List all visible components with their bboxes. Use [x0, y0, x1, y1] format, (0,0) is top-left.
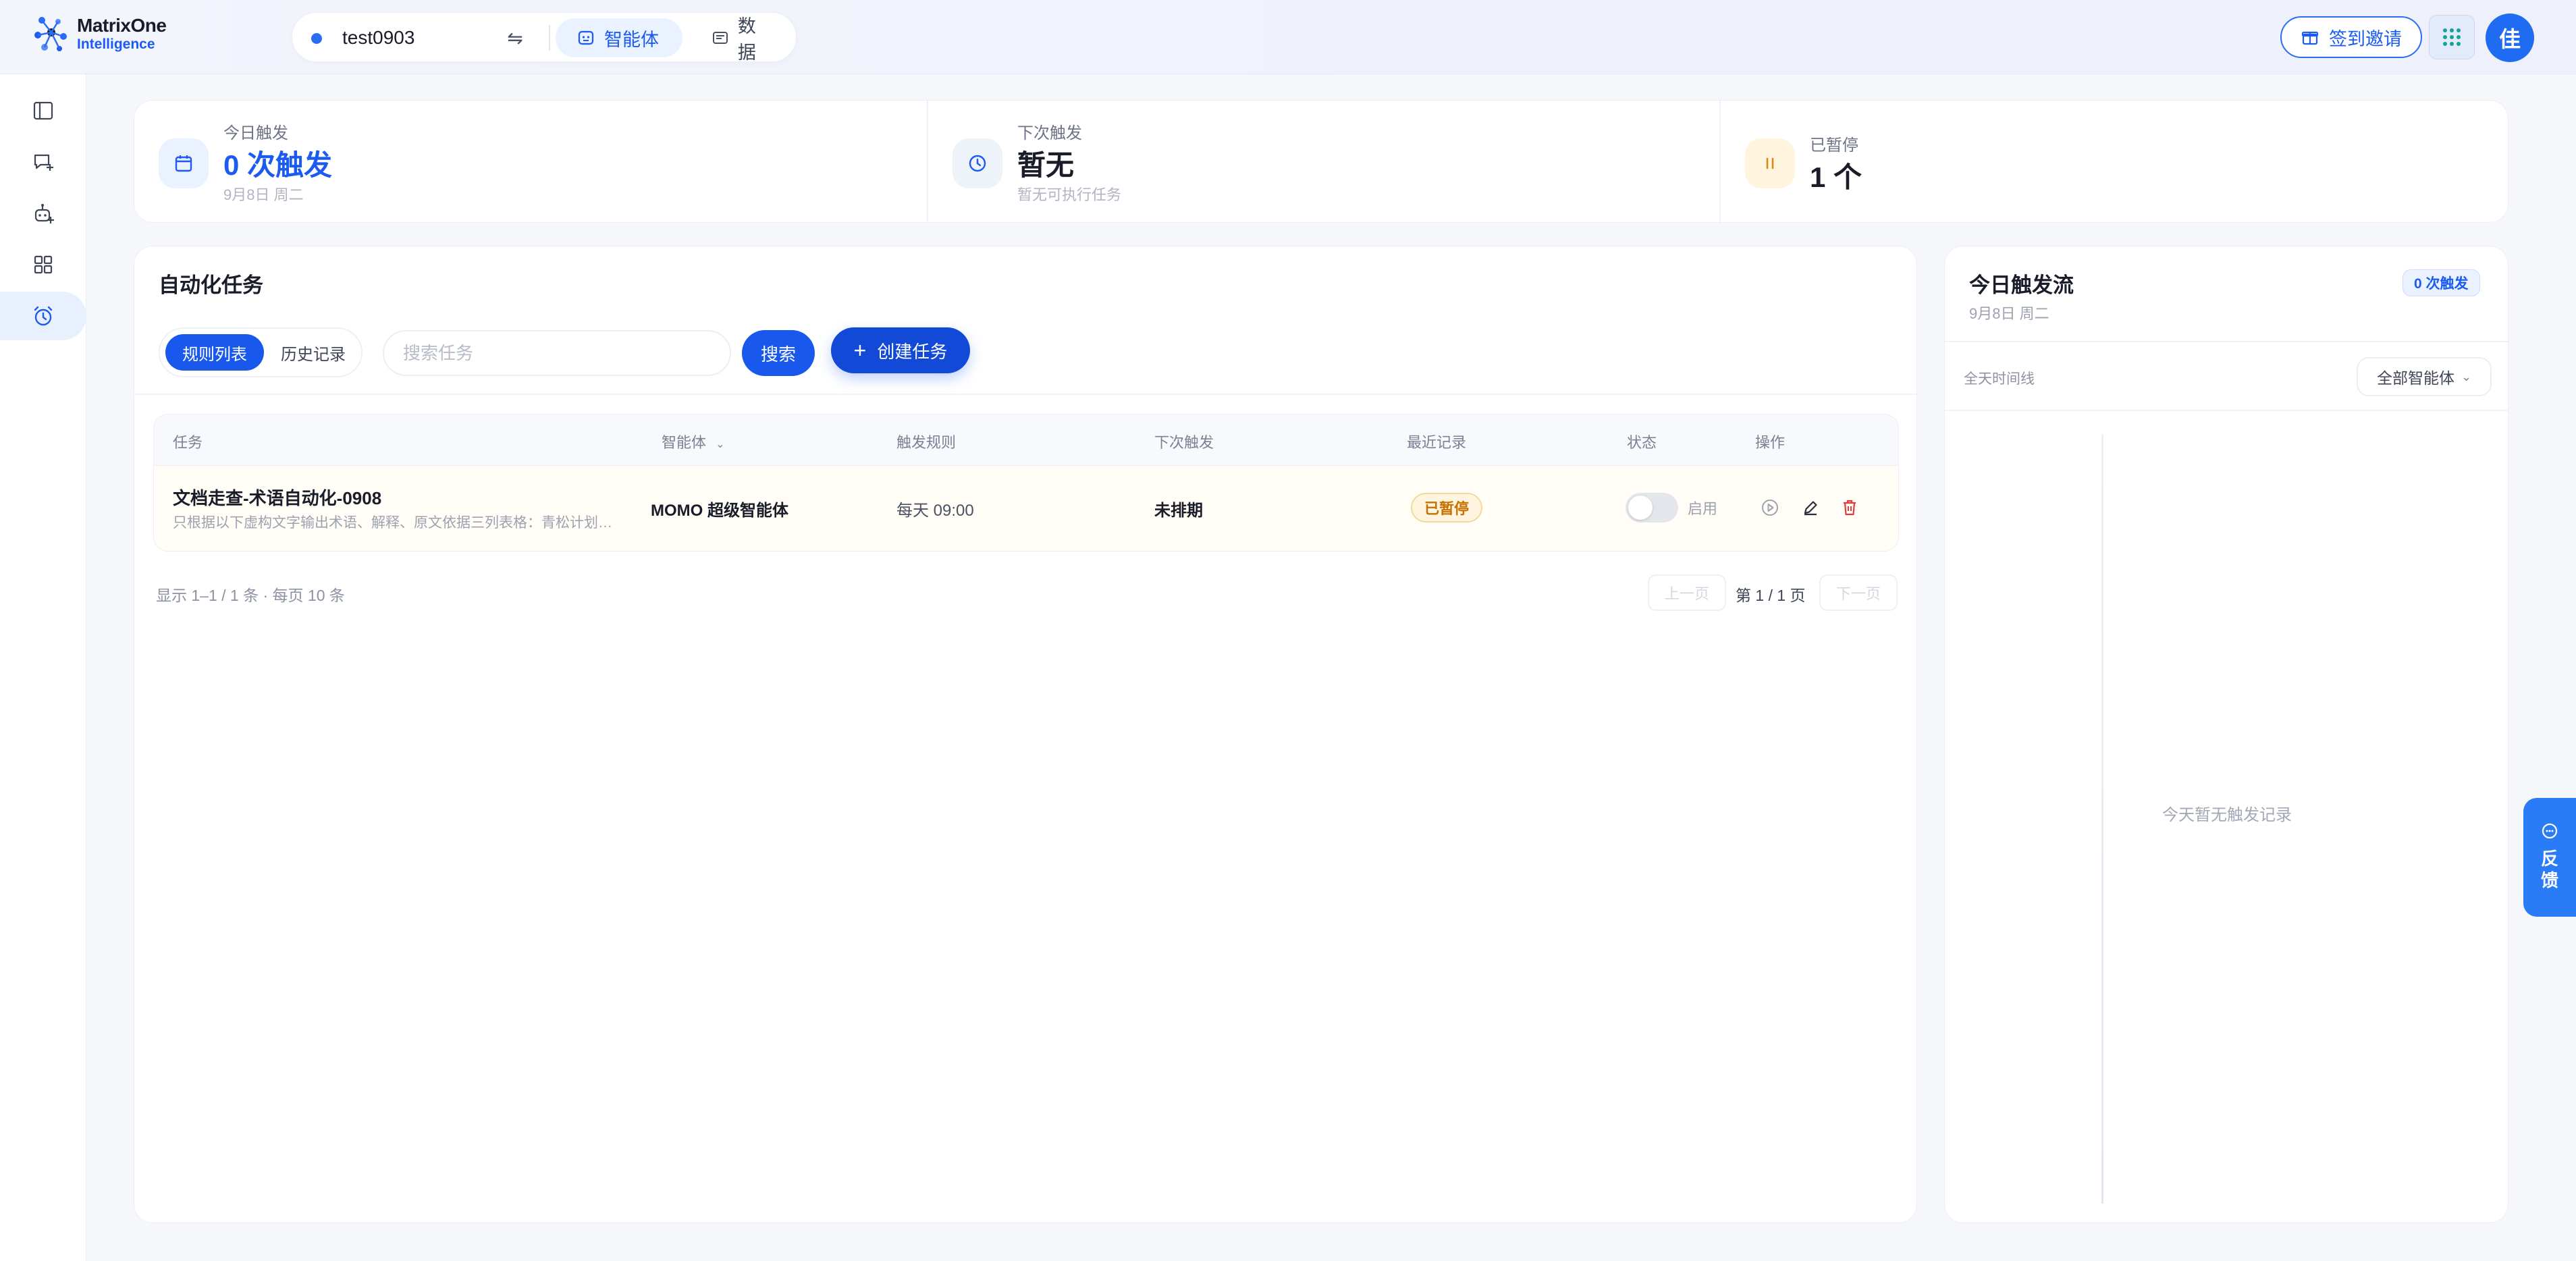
chat-bubble-icon — [2542, 823, 2558, 839]
create-task-button[interactable]: + 创建任务 — [831, 327, 970, 373]
tab-agents-label: 智能体 — [604, 29, 659, 50]
tab-rules-list[interactable]: 规则列表 — [165, 334, 264, 371]
logo[interactable]: MatrixOne Intelligence — [32, 15, 167, 53]
status-badge: 已暂停 — [1411, 493, 1483, 522]
apps-icon[interactable] — [0, 240, 86, 289]
task-table: 任务 智能体 ⌄ 触发规则 下次触发 最近记录 状态 操作 文档走查-术语自动化… — [153, 414, 1899, 552]
stat-label: 下次触发 — [1017, 124, 1082, 142]
task-trigger-rule: 每天 09:00 — [896, 502, 974, 520]
flow-date: 9月8日 周二 — [1969, 305, 2049, 322]
task-agent: MOMO 超级智能体 — [651, 502, 788, 520]
agent-icon — [576, 28, 596, 48]
tab-data[interactable]: 数据 — [691, 16, 792, 63]
stat-value: 0 次触发 — [223, 149, 333, 181]
divider — [1945, 341, 2508, 342]
prev-page-button[interactable]: 上一页 — [1648, 574, 1726, 611]
current-page: 第 1 / 1 页 — [1736, 587, 1806, 604]
automation-alarm-icon[interactable] — [0, 292, 86, 340]
task-next-trigger: 未排期 — [1154, 502, 1203, 520]
table-header: 任务 智能体 ⌄ 触发规则 下次触发 最近记录 状态 操作 — [154, 414, 1898, 466]
column-header: 触发规则 — [896, 434, 957, 451]
stat-next-trigger: 下次触发 暂无 暂无可执行任务 — [928, 101, 1719, 223]
column-header: 下次触发 — [1154, 434, 1214, 451]
trigger-flow-panel: 今日触发流 9月8日 周二 0 次触发 全天时间线 全部智能体 ⌄ 今天暂无触发… — [1944, 246, 2508, 1223]
apps-grid-button[interactable] — [2429, 15, 2475, 59]
workspace-status-dot — [311, 33, 322, 44]
stat-value: 1 个 — [1810, 161, 1862, 193]
invite-button[interactable]: 签到邀请 — [2280, 16, 2422, 58]
avatar[interactable]: 佳 — [2486, 14, 2534, 62]
pause-icon — [1745, 138, 1795, 188]
create-task-label: 创建任务 — [877, 341, 948, 362]
top-bar: MatrixOne Intelligence test0903 ⇋ 智能体 数据… — [0, 0, 2576, 74]
workspace-switcher: test0903 ⇋ 智能体 数据 — [292, 12, 797, 63]
tab-agents[interactable]: 智能体 — [556, 18, 682, 57]
gift-icon — [2301, 28, 2319, 47]
run-icon[interactable] — [1758, 495, 1782, 520]
stat-value: 暂无 — [1017, 149, 1075, 181]
feedback-label: 反馈 — [2540, 849, 2558, 890]
column-header-agent[interactable]: 智能体 ⌄ — [662, 431, 725, 452]
agent-filter-select[interactable]: 全部智能体 ⌄ — [2357, 357, 2492, 396]
divider — [549, 25, 550, 51]
divider — [134, 394, 1916, 395]
stat-sub: 9月8日 周二 — [223, 186, 304, 203]
edit-icon[interactable] — [1798, 495, 1823, 520]
switch-workspace-icon[interactable]: ⇋ — [502, 25, 529, 52]
stat-sub: 暂无可执行任务 — [1017, 186, 1122, 203]
stat-label: 今日触发 — [223, 124, 288, 142]
view-segmented-control: 规则列表 历史记录 — [159, 327, 363, 377]
column-header: 最近记录 — [1407, 434, 1467, 451]
grid-icon — [2443, 28, 2461, 46]
divider — [1945, 410, 2508, 411]
table-row[interactable]: 文档走查-术语自动化-0908 只根据以下虚构文字输出术语、解释、原文依据三列表… — [154, 466, 1898, 551]
next-page-button[interactable]: 下一页 — [1819, 574, 1898, 611]
stats-card: 今日触发 0 次触发 9月8日 周二 下次触发 暂无 暂无可执行任务 已暂停 1… — [134, 100, 2508, 223]
tab-history[interactable]: 历史记录 — [268, 334, 358, 371]
timeline-label: 全天时间线 — [1964, 371, 2035, 387]
panel-title: 自动化任务 — [159, 273, 263, 297]
enable-toggle[interactable] — [1626, 493, 1678, 522]
plus-icon: + — [853, 338, 867, 363]
left-sidebar — [0, 74, 86, 1261]
task-name[interactable]: 文档走查-术语自动化-0908 — [173, 485, 381, 510]
trigger-count-badge: 0 次触发 — [2403, 269, 2480, 296]
column-header-label: 智能体 — [662, 434, 707, 451]
sidebar-toggle-icon[interactable] — [0, 86, 86, 135]
workspace-name[interactable]: test0903 — [342, 26, 414, 49]
tab-data-label: 数据 — [737, 16, 756, 63]
invite-label: 签到邀请 — [2329, 28, 2402, 49]
agent-bot-icon[interactable] — [0, 189, 86, 238]
calendar-icon — [159, 138, 209, 188]
brand-subtitle: Intelligence — [77, 36, 155, 52]
column-header: 状态 — [1627, 434, 1657, 451]
new-chat-icon[interactable] — [0, 138, 86, 186]
empty-state-text: 今天暂无触发记录 — [2162, 806, 2292, 824]
flow-title: 今日触发流 — [1969, 273, 2074, 297]
automation-panel: 自动化任务 规则列表 历史记录 搜索 + 创建任务 任务 智能体 ⌄ 触发规则 … — [134, 246, 1917, 1223]
column-header: 操作 — [1755, 434, 1786, 451]
column-header: 任务 — [173, 434, 203, 451]
task-search-input[interactable] — [383, 330, 731, 376]
toggle-knob — [1628, 495, 1653, 520]
stat-label: 已暂停 — [1810, 136, 1858, 155]
delete-icon[interactable] — [1837, 495, 1862, 520]
task-description: 只根据以下虚构文字输出术语、解释、原文依据三列表格：青松计划… — [173, 515, 612, 531]
stat-paused: 已暂停 1 个 — [1721, 101, 2509, 223]
clock-icon — [952, 138, 1002, 188]
data-icon — [711, 28, 730, 48]
feedback-button[interactable]: 反馈 — [2523, 798, 2576, 917]
chevron-down-icon: ⌄ — [716, 439, 725, 450]
logo-icon — [32, 15, 70, 53]
brand-name: MatrixOne — [77, 15, 167, 36]
search-button[interactable]: 搜索 — [742, 330, 815, 376]
toggle-label: 启用 — [1688, 500, 1718, 517]
pagination-info: 显示 1–1 / 1 条 · 每页 10 条 — [156, 587, 345, 604]
stat-today-triggers: 今日触发 0 次触发 9月8日 周二 — [134, 101, 927, 223]
agent-filter-value: 全部智能体 — [2376, 369, 2454, 387]
chevron-down-icon: ⌄ — [2461, 369, 2472, 383]
